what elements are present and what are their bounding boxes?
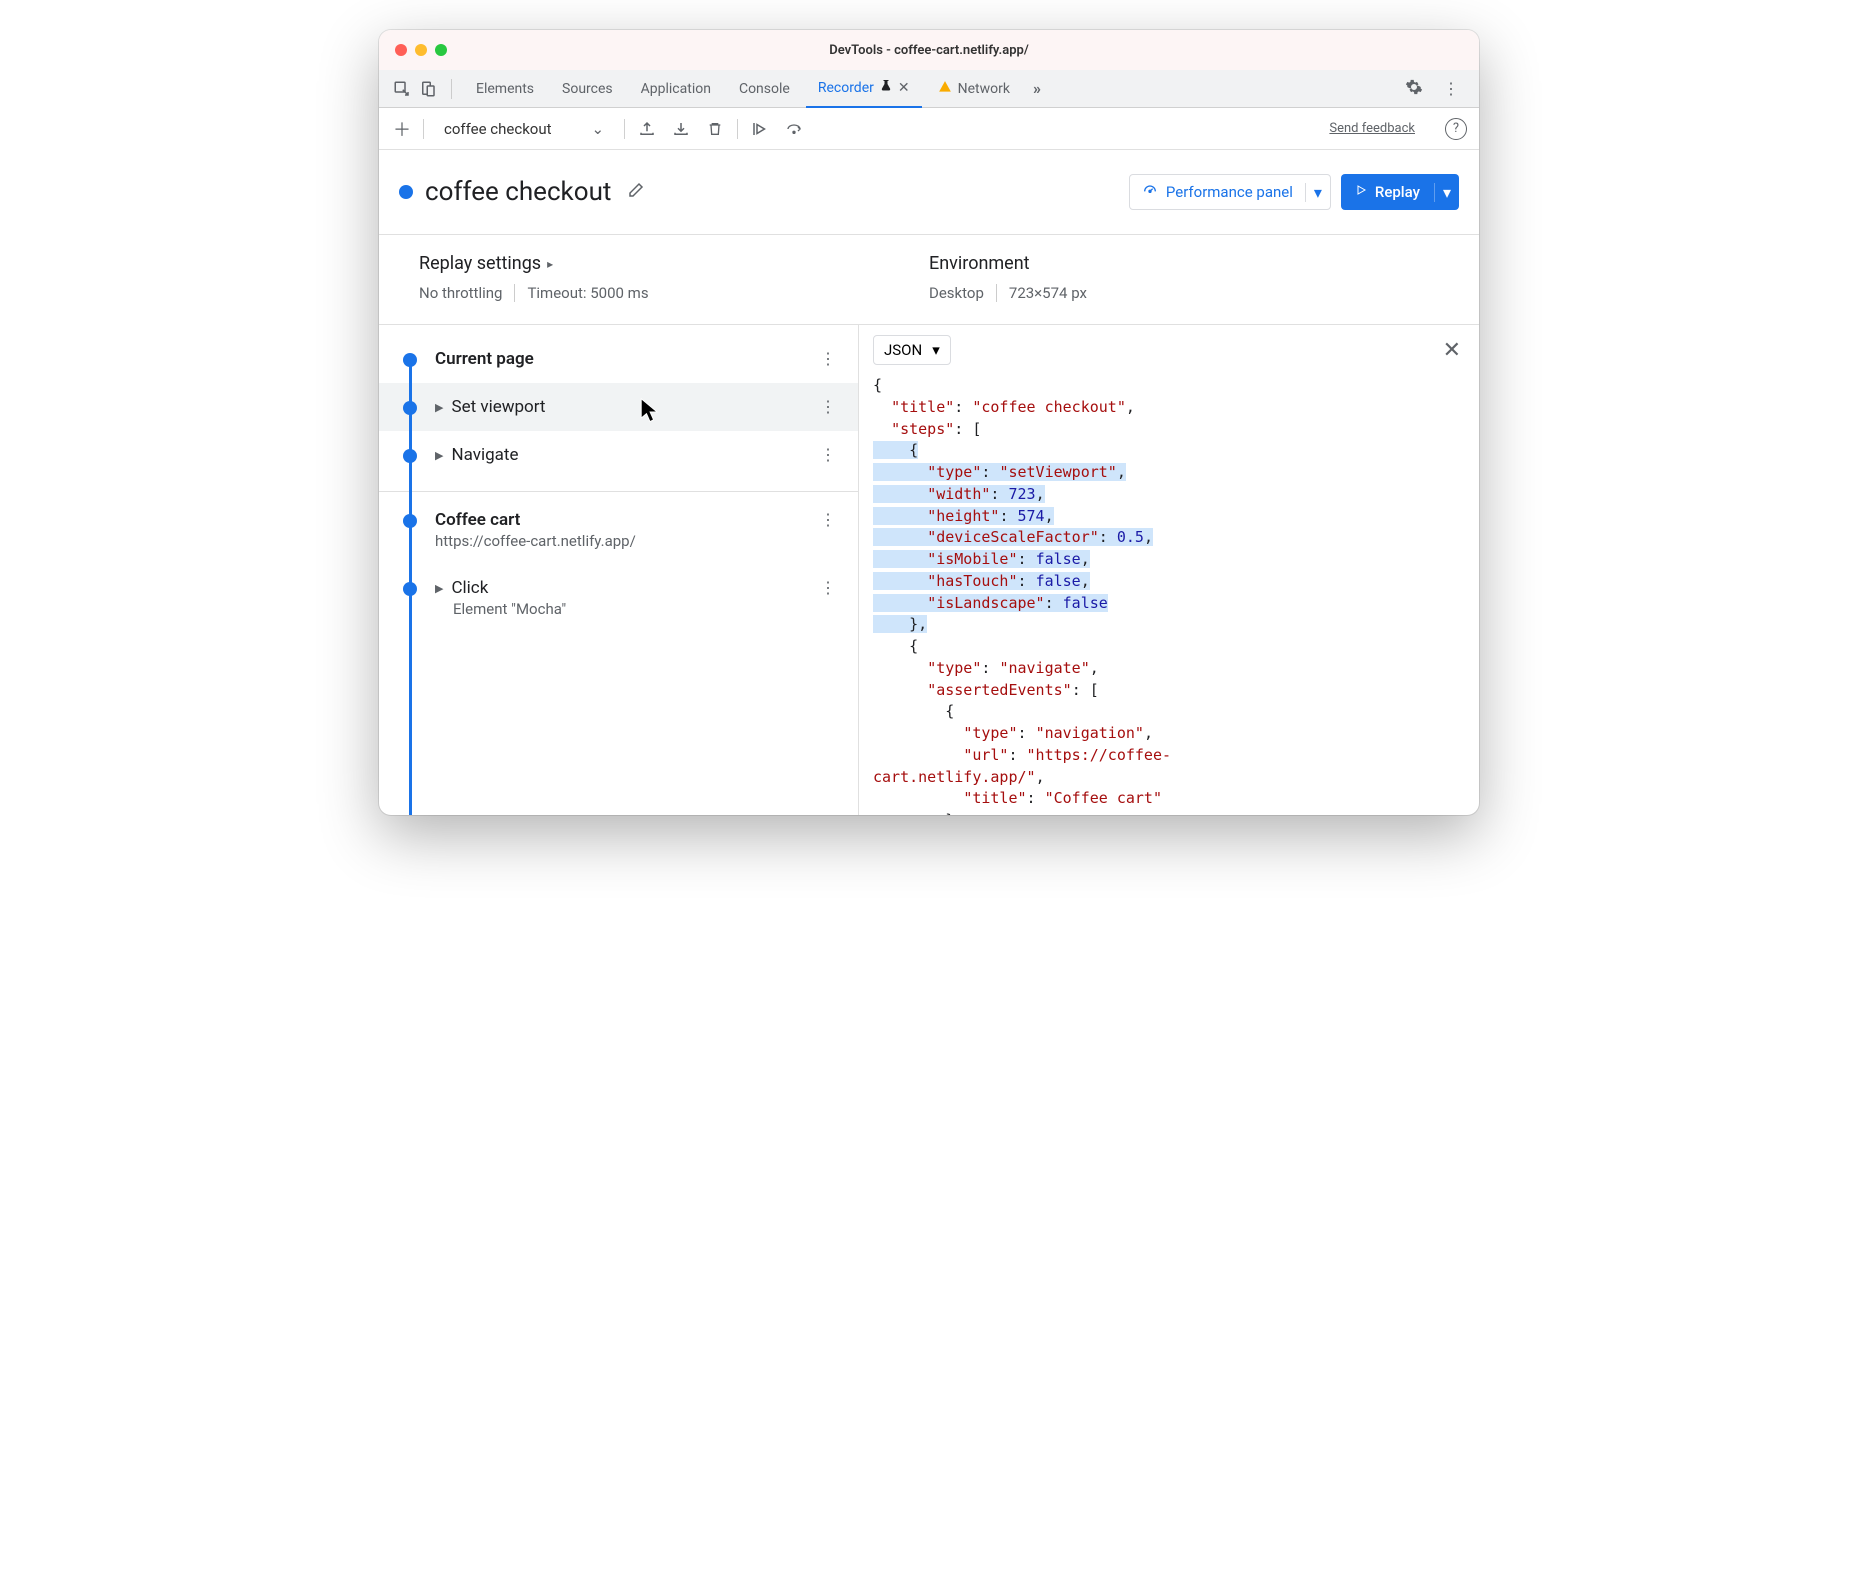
recorder-toolbar: ＋ coffee checkout ⌄ Send feedback ? [379,108,1479,150]
replay-settings-row: Replay settings ▸ No throttling Timeout:… [379,235,1479,325]
window-title: DevTools - coffee-cart.netlify.app/ [447,43,1411,58]
step-icon[interactable] [748,117,772,141]
export-icon[interactable] [635,117,659,141]
step-set-viewport[interactable]: ▶ Set viewport ⋮ [379,383,858,431]
tab-elements[interactable]: Elements [464,70,546,107]
perf-dropdown-icon[interactable]: ▾ [1305,183,1330,202]
send-feedback-link[interactable]: Send feedback [1329,121,1415,136]
more-tabs-icon[interactable]: » [1026,78,1048,100]
main-split: Current page ⋮ ▶ Set viewport ⋮ [379,325,1479,815]
step-bullet-icon [403,514,417,528]
replay-settings-title[interactable]: Replay settings ▸ [419,253,929,274]
devtools-tabs: Elements Sources Application Console Rec… [379,70,1479,108]
step-coffee-cart[interactable]: Coffee cart https://coffee-cart.netlify.… [379,496,858,564]
expand-icon[interactable]: ▶ [435,401,443,414]
step-sublabel: Element "Mocha" [453,600,816,618]
step-label: Set viewport [451,397,545,417]
devtools-window: DevTools - coffee-cart.netlify.app/ Elem… [379,30,1479,815]
close-tab-icon[interactable]: ✕ [898,80,910,96]
step-menu-icon[interactable]: ⋮ [816,397,840,416]
code-body[interactable]: { "title": "coffee checkout", "steps": [… [859,375,1479,815]
step-navigate[interactable]: ▶ Navigate ⋮ [379,431,858,479]
tab-console[interactable]: Console [727,70,802,107]
inspect-element-icon[interactable] [391,78,413,100]
tab-sources[interactable]: Sources [550,70,625,107]
tab-application[interactable]: Application [629,70,723,107]
maximize-window-icon[interactable] [435,44,447,56]
step-bullet-icon [403,582,417,596]
step-over-icon[interactable] [782,117,806,141]
tab-recorder[interactable]: Recorder ✕ [806,70,922,108]
warning-icon [938,80,952,98]
step-click[interactable]: ▶ Click Element "Mocha" ⋮ [379,564,858,632]
flask-icon [880,80,892,96]
step-bullet-icon [403,449,417,463]
recording-name: coffee checkout [444,120,552,138]
step-menu-icon[interactable]: ⋮ [816,445,840,464]
expand-icon[interactable]: ▶ [435,582,443,595]
recording-title: coffee checkout [425,177,611,207]
minimize-window-icon[interactable] [415,44,427,56]
replay-dropdown-icon[interactable]: ▾ [1434,183,1459,202]
step-menu-icon[interactable]: ⋮ [816,510,840,529]
chevron-down-icon: ⌄ [592,120,605,138]
settings-gear-icon[interactable] [1397,78,1431,100]
environment-viewport: 723×574 px [1009,284,1087,302]
import-icon[interactable] [669,117,693,141]
environment-title: Environment [929,253,1439,274]
timeout-value: Timeout: 5000 ms [527,284,648,302]
environment-device: Desktop [929,284,984,302]
delete-icon[interactable] [703,117,727,141]
code-header: JSON ▾ ✕ [859,325,1479,375]
step-label: Navigate [451,445,518,465]
kebab-menu-icon[interactable]: ⋮ [1435,79,1467,98]
recording-status-dot [399,185,413,199]
expand-icon[interactable]: ▶ [435,449,443,462]
replay-button[interactable]: Replay ▾ [1341,174,1459,210]
recording-header: coffee checkout Performance panel ▾ [379,150,1479,235]
help-icon[interactable]: ? [1445,118,1467,140]
performance-panel-button[interactable]: Performance panel ▾ [1129,174,1331,210]
step-label: Click [451,578,488,598]
chevron-right-icon: ▸ [547,257,553,271]
throttling-value: No throttling [419,284,502,302]
step-label: Coffee cart [435,510,816,530]
step-label: Current page [435,349,816,369]
format-selector[interactable]: JSON ▾ [873,335,951,365]
titlebar[interactable]: DevTools - coffee-cart.netlify.app/ [379,30,1479,70]
device-toggle-icon[interactable] [417,78,439,100]
traffic-lights [395,44,447,56]
edit-title-icon[interactable] [627,181,645,203]
step-menu-icon[interactable]: ⋮ [816,349,840,368]
step-menu-icon[interactable]: ⋮ [816,578,840,597]
step-separator [379,491,858,492]
recording-selector[interactable]: coffee checkout ⌄ [434,120,614,138]
close-window-icon[interactable] [395,44,407,56]
steps-panel: Current page ⋮ ▶ Set viewport ⋮ [379,325,859,815]
chevron-down-icon: ▾ [932,341,940,359]
close-code-panel-icon[interactable]: ✕ [1439,338,1465,363]
new-recording-button[interactable]: ＋ [391,118,413,140]
code-panel: JSON ▾ ✕ { "title": "coffee checkout", "… [859,325,1479,815]
speedometer-icon [1142,182,1158,202]
header-actions: Performance panel ▾ Replay ▾ [1129,174,1459,210]
step-bullet-icon [403,401,417,415]
step-current-page[interactable]: Current page ⋮ [379,335,858,383]
step-bullet-icon [403,353,417,367]
tab-network[interactable]: Network [926,70,1022,107]
play-icon [1355,183,1367,201]
step-sublabel: https://coffee-cart.netlify.app/ [435,532,816,550]
